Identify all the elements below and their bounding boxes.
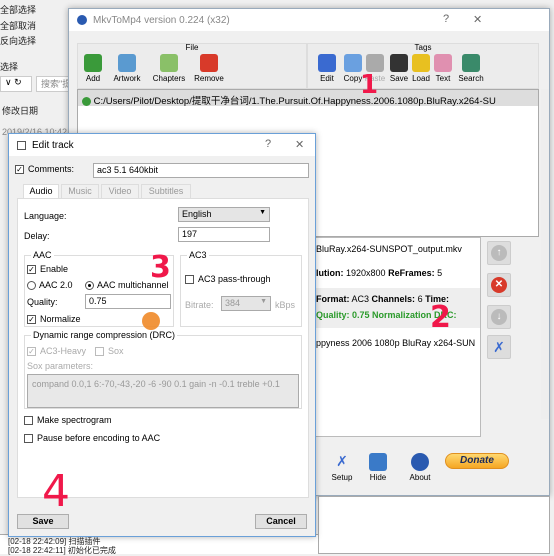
track-video[interactable]: lution: 1920x800 ReFrames: 5 [316,268,442,278]
tab-audio[interactable]: Audio [23,184,59,198]
main-title: MkvToMp4 version 0.224 (x32) [93,14,230,26]
ac3-passthrough-checkbox[interactable]: AC3 pass-through [185,274,271,285]
tags-group: Tags Edit Copy Paste Save Load Text Search [307,43,539,89]
remove-button[interactable]: Remove [192,54,226,83]
file-path: C:/Users/Pilot/Desktop/提取干净台词/1.The.Purs… [93,96,496,106]
sox-checkbox[interactable]: Sox [95,346,124,357]
cursor-highlight [142,312,160,330]
file-group: File Add Artwork Chapters Remove [77,43,307,89]
dialog-help-button[interactable]: ? [265,138,271,150]
language-select[interactable]: English ▼ [178,207,270,222]
bg-menu-select[interactable]: 选择 [0,60,18,73]
bg-menu-invert[interactable]: 反向选择 [0,34,36,47]
tracks-panel: BluRay.x264-SUNSPOT_output.mkv lution: 1… [309,237,481,437]
hide-icon [369,453,387,471]
aac-enable-checkbox[interactable]: ✓ Enable [27,264,68,275]
tab-video[interactable]: Video [101,184,139,198]
audio-tab-panel: Language: English ▼ Delay: 197 AAC ✓ Enabl… [17,198,309,498]
donate-button[interactable]: Donate [445,453,509,469]
quality-label: Quality: [27,297,58,307]
setup-button[interactable]: ✗ Setup [325,453,359,482]
track-subtitle[interactable]: ppyness 2006 1080p BluRay x264-SUN [316,338,475,348]
remove-icon: ✕ [491,277,507,293]
file-group-title: File [185,43,199,52]
tools-icon: ✗ [336,453,348,469]
spectrogram-checkbox[interactable]: Make spectrogram [24,415,112,426]
track-settings-button[interactable]: ✗ [487,335,511,359]
bg-menu-deselect[interactable]: 全部取消 [0,19,36,32]
about-button[interactable]: About [403,453,437,482]
close-button[interactable]: ✕ [473,13,482,26]
dialog-title: Edit track [32,139,74,151]
move-down-button[interactable]: ↓ [487,305,511,329]
bg-menu-select-all[interactable]: 全部选择 [0,3,36,16]
chapters-icon [160,54,178,72]
dialog-icon [17,140,26,150]
annotation-3: 3 [150,250,171,285]
pause-checkbox[interactable]: Pause before encoding to AAC [24,433,160,444]
add-button[interactable]: Add [76,54,110,83]
add-icon [84,54,102,72]
normalize-checkbox[interactable]: ✓ Normalize [27,314,81,325]
scrollbar[interactable] [541,89,549,419]
text-icon [434,54,452,72]
move-up-button[interactable]: ↑ [487,241,511,265]
language-label: Language: [24,211,67,221]
ac3-group: AC3 AC3 pass-through Bitrate: 384 ▼ kBps [180,250,302,327]
hide-button[interactable]: Hide [361,453,395,482]
sox-params-input[interactable]: compand 0.0,1 6:-70,-43,-20 -6 -90 0.1 g… [27,374,299,408]
chapters-button[interactable]: Chapters [152,54,186,83]
tab-music[interactable]: Music [61,184,99,198]
ac3-heavy-checkbox[interactable]: ✓ AC3-Heavy [27,346,86,357]
log-line: [02-18 22:42:11] 初始化已完成 [8,546,116,555]
bg-date-header[interactable]: 修改日期 [2,104,38,117]
app-icon [77,15,87,25]
pencil-icon [318,54,336,72]
arrow-up-icon: ↑ [491,245,507,261]
artwork-icon [118,54,136,72]
annotation-2: 2 [430,300,451,335]
bitrate-unit: kBps [275,300,296,310]
remove-icon [200,54,218,72]
tools-icon: ✗ [493,338,505,355]
track-audio[interactable]: Format: AC3 Channels: 6 Time: [316,294,449,304]
delay-label: Delay: [24,231,50,241]
help-button[interactable]: ? [443,13,449,25]
dropdown-arrow-icon: ▼ [259,209,266,216]
tags-group-title: Tags [414,43,432,52]
log-panel [318,496,550,554]
remove-track-button[interactable]: ✕ [487,273,511,297]
search-button[interactable]: Search [454,54,488,83]
delay-input[interactable]: 197 [178,227,270,242]
artwork-button[interactable]: Artwork [110,54,144,83]
tab-subtitles[interactable]: Subtitles [141,184,191,198]
dialog-close-button[interactable]: ✕ [295,138,304,151]
bitrate-label: Bitrate: [185,300,214,310]
comments-input[interactable]: ac3 5.1 640kbit [93,163,309,178]
sox-params-label: Sox parameters: [27,361,94,371]
status-dot-icon [82,96,91,106]
track-output[interactable]: BluRay.x264-SUNSPOT_output.mkv [316,244,462,254]
cancel-button[interactable]: Cancel [255,514,307,529]
main-titlebar: MkvToMp4 version 0.224 (x32) ? ✕ [69,9,549,31]
annotation-1: 1 [360,70,379,100]
bg-refresh-icon[interactable]: ∨ ↻ [0,76,32,92]
about-icon [411,453,429,471]
file-list-item[interactable]: C:/Users/Pilot/Desktop/提取干净台词/1.The.Purs… [78,90,538,106]
aac20-radio[interactable]: AAC 2.0 [27,280,73,291]
arrow-down-icon: ↓ [491,309,507,325]
dialog-titlebar: Edit track ? ✕ [9,134,315,156]
quality-input[interactable]: 0.75 [85,294,171,309]
drc-group: Dynamic range compression (DRC) ✓ AC3-Hea… [24,330,302,409]
globe-search-icon [462,54,480,72]
comments-checkbox[interactable]: ✓ Comments: [15,164,74,175]
annotation-4: 4 [42,466,70,517]
bitrate-select[interactable]: 384 ▼ [221,296,271,311]
